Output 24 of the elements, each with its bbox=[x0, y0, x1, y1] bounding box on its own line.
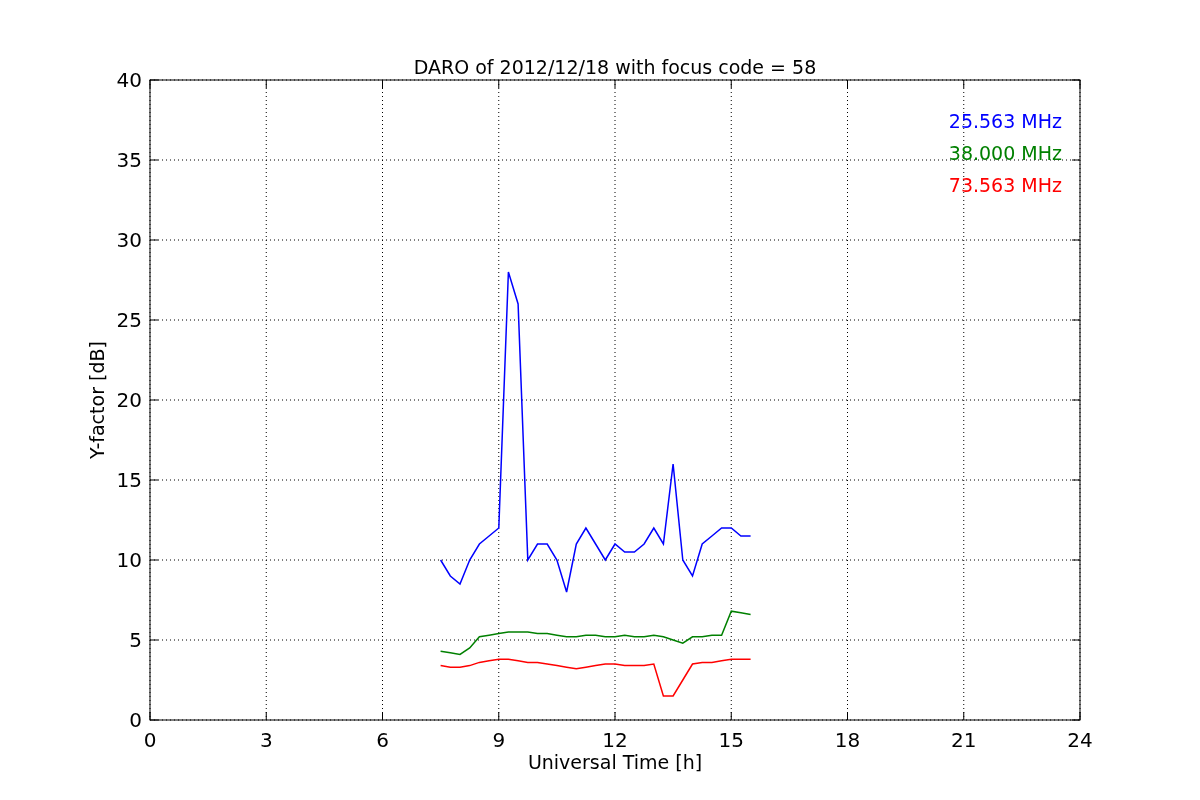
x-tick-label: 6 bbox=[376, 728, 389, 752]
y-tick-label: 0 bbox=[129, 708, 142, 732]
legend-label: 73.563 MHz bbox=[948, 174, 1062, 196]
x-axis-label: Universal Time [h] bbox=[527, 751, 703, 773]
legend-label: 25.563 MHz bbox=[948, 110, 1062, 132]
x-tick-label: 15 bbox=[718, 728, 744, 752]
y-tick-label: 20 bbox=[116, 388, 142, 412]
x-tick-label: 3 bbox=[259, 728, 273, 752]
x-tick-label: 9 bbox=[492, 728, 506, 752]
x-tick-label: 12 bbox=[602, 728, 628, 752]
y-tick-label: 15 bbox=[116, 468, 142, 492]
y-tick-label: 25 bbox=[116, 308, 142, 332]
x-tick-label: 0 bbox=[143, 728, 157, 752]
y-axis-label: Y-factor [dB] bbox=[86, 341, 108, 459]
y-tick-label: 30 bbox=[116, 228, 142, 252]
y-tick-label: 5 bbox=[129, 628, 142, 652]
x-tick-label: 24 bbox=[1067, 728, 1093, 752]
y-tick-label: 35 bbox=[116, 148, 142, 172]
x-tick-label: 21 bbox=[951, 728, 977, 752]
chart-title: DARO of 2012/12/18 with focus code = 58 bbox=[413, 56, 817, 78]
y-tick-label: 10 bbox=[116, 548, 142, 572]
legend-label: 38.000 MHz bbox=[948, 142, 1062, 164]
x-tick-label: 18 bbox=[834, 728, 861, 752]
y-tick-label: 40 bbox=[116, 68, 142, 92]
